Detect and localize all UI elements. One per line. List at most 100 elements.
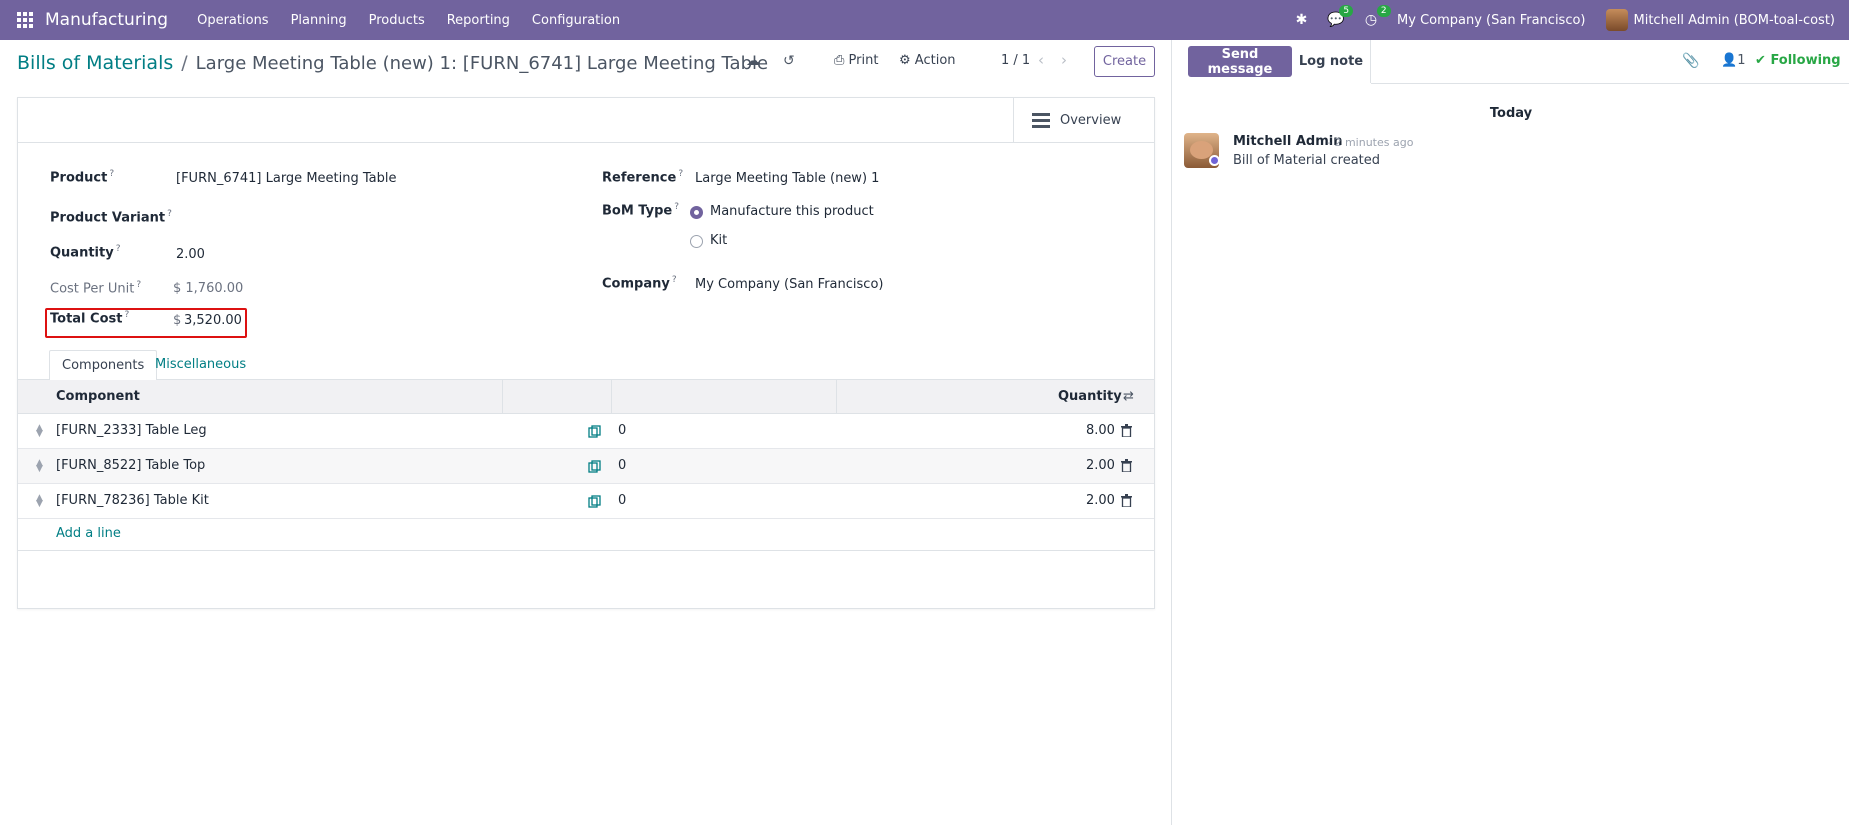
bom-type-option-manufacture[interactable]: Manufacture this product bbox=[710, 204, 874, 219]
total-cost-value: 3,520.00 bbox=[184, 313, 242, 328]
user-avatar bbox=[1605, 9, 1628, 31]
chatter-panel: Send message Log note 📎 👤1 ✔ Following T… bbox=[1171, 40, 1849, 825]
online-status-dot bbox=[1209, 155, 1220, 166]
column-quantity[interactable]: Quantity bbox=[1058, 389, 1122, 404]
row-component[interactable]: [FURN_8522] Table Top bbox=[56, 458, 205, 473]
add-line-row bbox=[18, 516, 1154, 551]
trash-icon[interactable] bbox=[1121, 494, 1132, 507]
action-label: Action bbox=[914, 53, 956, 68]
following-label: Following bbox=[1770, 53, 1841, 68]
tab-miscellaneous[interactable]: Miscellaneous bbox=[143, 350, 258, 381]
copy-icon[interactable] bbox=[588, 425, 601, 438]
company-switcher[interactable]: My Company (San Francisco) bbox=[1397, 13, 1585, 28]
discard-undo-icon[interactable]: ↺ bbox=[783, 53, 795, 69]
pager-next-chevron-icon[interactable]: › bbox=[1061, 51, 1067, 69]
total-cost-currency: $ bbox=[173, 313, 182, 328]
date-separator-today: Today bbox=[1489, 106, 1533, 121]
user-menu[interactable]: Mitchell Admin (BOM-toal-cost) bbox=[1605, 9, 1836, 31]
messages-badge: 5 bbox=[1339, 5, 1354, 17]
messages-icon[interactable]: 💬 5 bbox=[1327, 5, 1354, 28]
drag-handle-icon[interactable]: ▲ ▼ bbox=[36, 494, 43, 509]
message-date: - 2 minutes ago bbox=[1327, 136, 1414, 149]
table-row[interactable]: ▲ ▼ [FURN_2333] Table Leg 0 8.00 bbox=[18, 414, 1154, 449]
copy-icon[interactable] bbox=[588, 460, 601, 473]
form-statusbar: Overview bbox=[18, 98, 1154, 143]
bars-icon bbox=[1032, 112, 1050, 128]
top-navbar: Manufacturing Operations Planning Produc… bbox=[0, 0, 1849, 40]
row-quantity[interactable]: 2.00 bbox=[1086, 493, 1115, 508]
notebook-tabs: Components Miscellaneous bbox=[18, 350, 1154, 381]
breadcrumb-bills-of-materials[interactable]: Bills of Materials bbox=[17, 52, 173, 74]
print-button[interactable]: ⎙ Print bbox=[834, 53, 878, 68]
overview-label: Overview bbox=[1060, 112, 1122, 128]
column-divider bbox=[836, 380, 837, 414]
breadcrumb-current-record: Large Meeting Table (new) 1: [FURN_6741]… bbox=[195, 52, 769, 74]
following-button[interactable]: ✔ Following bbox=[1755, 53, 1841, 68]
row-mid-value: 0 bbox=[618, 458, 627, 473]
copy-icon[interactable] bbox=[588, 495, 601, 508]
form-sheet: Overview Product? [FURN_6741] Large Meet… bbox=[17, 97, 1155, 609]
company-label: Company? bbox=[602, 275, 677, 292]
product-label: Product? bbox=[50, 169, 115, 186]
trash-icon[interactable] bbox=[1121, 459, 1132, 472]
breadcrumb-separator: / bbox=[181, 52, 188, 74]
activities-clock-icon[interactable]: ◷ 2 bbox=[1365, 5, 1391, 28]
radio-kit[interactable] bbox=[690, 235, 703, 248]
radio-manufacture[interactable] bbox=[690, 206, 703, 219]
drag-handle-icon[interactable]: ▲ ▼ bbox=[36, 424, 43, 439]
menu-planning[interactable]: Planning bbox=[291, 13, 347, 28]
print-label: Print bbox=[848, 53, 879, 68]
column-component[interactable]: Component bbox=[56, 389, 140, 404]
user-icon: 👤 bbox=[1721, 53, 1738, 68]
row-component[interactable]: [FURN_78236] Table Kit bbox=[56, 493, 209, 508]
table-row[interactable]: ▲ ▼ [FURN_8522] Table Top 0 2.00 bbox=[18, 449, 1154, 484]
table-row[interactable]: ▲ ▼ [FURN_78236] Table Kit 0 2.00 bbox=[18, 484, 1154, 519]
divider bbox=[1371, 83, 1849, 84]
row-mid-value: 0 bbox=[618, 493, 627, 508]
send-message-button[interactable]: Send message bbox=[1188, 46, 1292, 77]
company-field[interactable]: My Company (San Francisco) bbox=[695, 277, 883, 292]
pager-value[interactable]: 1 / 1 bbox=[1001, 53, 1030, 68]
bom-type-label: BoM Type? bbox=[602, 202, 680, 219]
components-table-header: Component Quantity ⇄ bbox=[18, 380, 1154, 414]
menu-reporting[interactable]: Reporting bbox=[447, 13, 510, 28]
bom-type-option-kit[interactable]: Kit bbox=[710, 233, 727, 248]
user-name: Mitchell Admin (BOM-toal-cost) bbox=[1633, 12, 1836, 28]
optional-columns-sliders-icon[interactable]: ⇄ bbox=[1123, 389, 1134, 404]
apps-grid-icon[interactable] bbox=[17, 12, 33, 28]
create-button[interactable]: Create bbox=[1094, 46, 1155, 77]
column-divider bbox=[611, 380, 612, 414]
quantity-label: Quantity? bbox=[50, 244, 121, 261]
row-quantity[interactable]: 2.00 bbox=[1086, 458, 1115, 473]
debug-bug-icon[interactable]: ✱ bbox=[1296, 12, 1308, 28]
menu-operations[interactable]: Operations bbox=[197, 13, 268, 28]
action-button[interactable]: ⚙ Action bbox=[899, 53, 956, 68]
trash-icon[interactable] bbox=[1121, 424, 1132, 437]
paperclip-icon[interactable]: 📎 bbox=[1682, 53, 1699, 69]
cost-per-unit-value: $ 1,760.00 bbox=[173, 281, 244, 296]
quantity-field[interactable]: 2.00 bbox=[176, 247, 205, 262]
followers-count: 1 bbox=[1737, 53, 1746, 68]
cost-per-unit-label: Cost Per Unit? bbox=[50, 280, 142, 297]
row-component[interactable]: [FURN_2333] Table Leg bbox=[56, 423, 207, 438]
tab-components[interactable]: Components bbox=[49, 350, 158, 381]
reference-label: Reference? bbox=[602, 169, 684, 186]
row-quantity[interactable]: 8.00 bbox=[1086, 423, 1115, 438]
save-cloud-icon[interactable]: ☁ bbox=[746, 53, 760, 69]
activities-badge: 2 bbox=[1376, 5, 1391, 17]
app-name[interactable]: Manufacturing bbox=[45, 10, 168, 30]
menu-configuration[interactable]: Configuration bbox=[532, 13, 620, 28]
log-note-button[interactable]: Log note bbox=[1292, 40, 1371, 83]
reference-field[interactable]: Large Meeting Table (new) 1 bbox=[695, 171, 879, 186]
drag-handle-icon[interactable]: ▲ ▼ bbox=[36, 459, 43, 474]
product-field[interactable]: [FURN_6741] Large Meeting Table bbox=[176, 171, 396, 186]
followers-button[interactable]: 👤1 bbox=[1721, 53, 1745, 68]
pager-prev-chevron-icon[interactable]: ‹ bbox=[1038, 51, 1044, 69]
gear-icon: ⚙ bbox=[899, 53, 911, 68]
menu-products[interactable]: Products bbox=[369, 13, 425, 28]
overview-button[interactable]: Overview bbox=[1013, 98, 1154, 142]
add-a-line-link[interactable]: Add a line bbox=[56, 526, 121, 541]
row-mid-value: 0 bbox=[618, 423, 627, 438]
total-cost-label: Total Cost? bbox=[50, 310, 130, 327]
check-icon: ✔ bbox=[1755, 53, 1766, 68]
